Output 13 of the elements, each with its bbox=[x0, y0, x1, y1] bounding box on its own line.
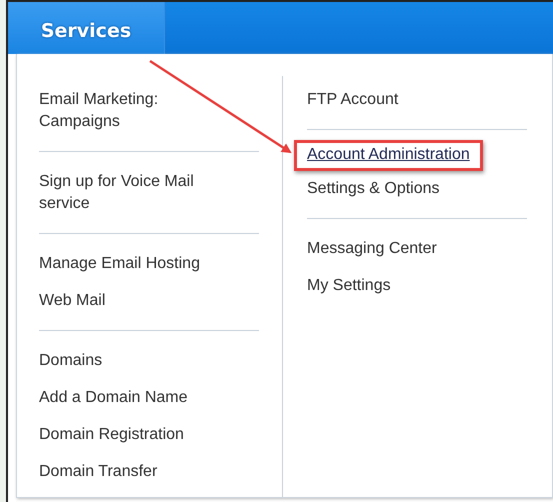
menu-link[interactable]: Add a Domain Name bbox=[39, 380, 188, 417]
menu-link[interactable]: Sign up for Voice Mail service bbox=[39, 164, 219, 223]
menu-link[interactable]: Manage Email Hosting bbox=[39, 246, 200, 283]
menu-link[interactable]: Web Mail bbox=[39, 283, 106, 320]
menu-link[interactable]: Messaging Center bbox=[307, 231, 437, 268]
menu-link[interactable]: Account Administration bbox=[307, 143, 470, 168]
menu-link[interactable]: Domain Registration bbox=[39, 417, 184, 454]
menu-link[interactable]: FTP Account bbox=[307, 82, 398, 119]
menu-link[interactable]: Domains bbox=[39, 343, 102, 380]
menu-link[interactable]: Email Marketing: Campaigns bbox=[39, 82, 219, 141]
menu-link[interactable]: Domain Transfer bbox=[39, 454, 158, 491]
menu-link[interactable]: Settings & Options bbox=[307, 171, 440, 208]
menu-link[interactable]: My Settings bbox=[307, 268, 391, 305]
